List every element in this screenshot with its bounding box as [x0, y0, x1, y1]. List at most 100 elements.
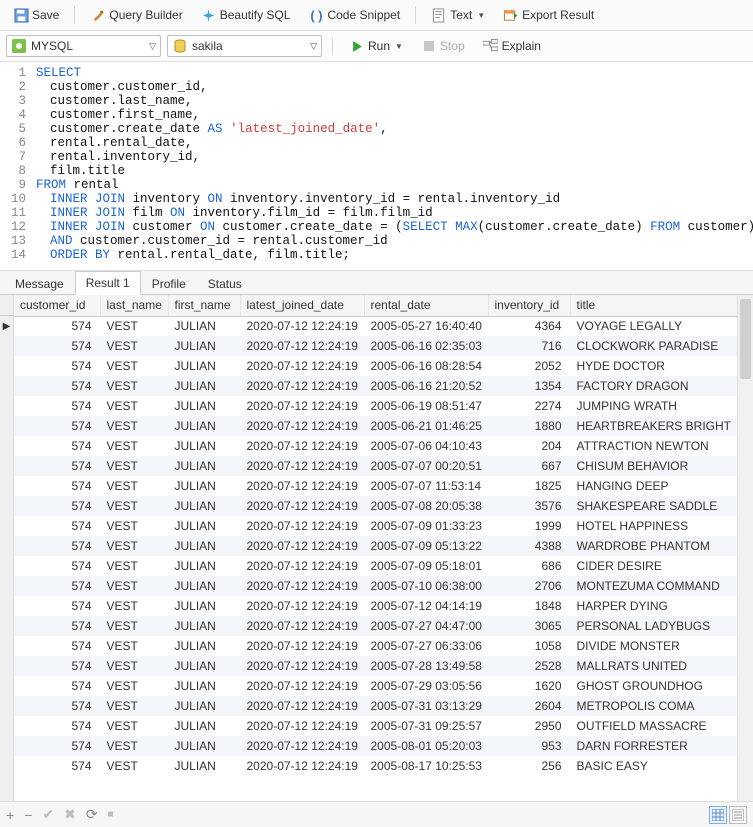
cancel-button[interactable]: ✖	[64, 806, 76, 823]
cell[interactable]: VEST	[100, 516, 168, 536]
cell[interactable]: 2005-06-16 02:35:03	[364, 336, 488, 356]
cell[interactable]: VEST	[100, 716, 168, 736]
cell[interactable]: VEST	[100, 436, 168, 456]
run-button[interactable]: Run ▼	[343, 36, 409, 56]
cell[interactable]: BASIC EASY	[570, 756, 737, 776]
table-row[interactable]: 574VESTJULIAN2020-07-12 12:24:192005-06-…	[14, 376, 737, 396]
cell[interactable]: 716	[488, 336, 570, 356]
table-row[interactable]: 574VESTJULIAN2020-07-12 12:24:192005-07-…	[14, 556, 737, 576]
table-row[interactable]: 574VESTJULIAN2020-07-12 12:24:192005-06-…	[14, 416, 737, 436]
cell[interactable]: 2020-07-12 12:24:19	[240, 656, 364, 676]
table-row[interactable]: 574VESTJULIAN2020-07-12 12:24:192005-07-…	[14, 536, 737, 556]
cell[interactable]: 2950	[488, 716, 570, 736]
cell[interactable]: JULIAN	[168, 416, 240, 436]
cell[interactable]: 2020-07-12 12:24:19	[240, 556, 364, 576]
cell[interactable]: GHOST GROUNDHOG	[570, 676, 737, 696]
table-row[interactable]: 574VESTJULIAN2020-07-12 12:24:192005-05-…	[14, 316, 737, 336]
sql-editor[interactable]: 1234567891011121314 SELECTcustomer.custo…	[0, 62, 753, 271]
cell[interactable]: 574	[14, 456, 100, 476]
cell[interactable]: 574	[14, 616, 100, 636]
cell[interactable]: 2005-07-31 03:13:29	[364, 696, 488, 716]
code-line[interactable]: INNER JOIN customer ON customer.create_d…	[36, 220, 753, 234]
cell[interactable]: 2005-06-16 08:28:54	[364, 356, 488, 376]
col-customer_id[interactable]: customer_id	[14, 295, 100, 316]
cell[interactable]: JULIAN	[168, 536, 240, 556]
cell[interactable]: JUMPING WRATH	[570, 396, 737, 416]
code-area[interactable]: SELECTcustomer.customer_id,customer.last…	[36, 66, 753, 262]
table-row[interactable]: 574VESTJULIAN2020-07-12 12:24:192005-07-…	[14, 656, 737, 676]
cell[interactable]: 2020-07-12 12:24:19	[240, 336, 364, 356]
code-line[interactable]: INNER JOIN inventory ON inventory.invent…	[36, 192, 753, 206]
cell[interactable]: 2020-07-12 12:24:19	[240, 716, 364, 736]
cell[interactable]: ATTRACTION NEWTON	[570, 436, 737, 456]
cell[interactable]: 2005-06-19 08:51:47	[364, 396, 488, 416]
table-row[interactable]: 574VESTJULIAN2020-07-12 12:24:192005-07-…	[14, 696, 737, 716]
col-latest_joined_date[interactable]: latest_joined_date	[240, 295, 364, 316]
cell[interactable]: VEST	[100, 536, 168, 556]
cell[interactable]: 2005-07-31 09:25:57	[364, 716, 488, 736]
cell[interactable]: 204	[488, 436, 570, 456]
cell[interactable]: JULIAN	[168, 336, 240, 356]
apply-button[interactable]: ✔	[42, 806, 54, 823]
query-builder-button[interactable]: Query Builder	[83, 4, 189, 26]
cell[interactable]: JULIAN	[168, 356, 240, 376]
cell[interactable]: JULIAN	[168, 436, 240, 456]
cell[interactable]: HARPER DYING	[570, 596, 737, 616]
cell[interactable]: 2020-07-12 12:24:19	[240, 696, 364, 716]
cell[interactable]: 1880	[488, 416, 570, 436]
cell[interactable]: FACTORY DRAGON	[570, 376, 737, 396]
cell[interactable]: 574	[14, 316, 100, 336]
table-row[interactable]: 574VESTJULIAN2020-07-12 12:24:192005-06-…	[14, 396, 737, 416]
header-row[interactable]: customer_idlast_namefirst_namelatest_joi…	[14, 295, 737, 316]
cell[interactable]: 2020-07-12 12:24:19	[240, 536, 364, 556]
vertical-scrollbar[interactable]	[737, 295, 753, 801]
code-line[interactable]: customer.first_name,	[36, 108, 753, 122]
cell[interactable]: 2020-07-12 12:24:19	[240, 496, 364, 516]
cell[interactable]: 2020-07-12 12:24:19	[240, 436, 364, 456]
cell[interactable]: JULIAN	[168, 556, 240, 576]
cell[interactable]: 2052	[488, 356, 570, 376]
col-rental_date[interactable]: rental_date	[364, 295, 488, 316]
cell[interactable]: 574	[14, 596, 100, 616]
cell[interactable]: 2005-07-07 00:20:51	[364, 456, 488, 476]
cell[interactable]: 4364	[488, 316, 570, 336]
col-inventory_id[interactable]: inventory_id	[488, 295, 570, 316]
cell[interactable]: 686	[488, 556, 570, 576]
cell[interactable]: JULIAN	[168, 716, 240, 736]
tab-profile[interactable]: Profile	[141, 272, 197, 295]
cell[interactable]: VEST	[100, 576, 168, 596]
cell[interactable]: 2528	[488, 656, 570, 676]
cell[interactable]: SHAKESPEARE SADDLE	[570, 496, 737, 516]
code-line[interactable]: customer.last_name,	[36, 94, 753, 108]
cell[interactable]: 574	[14, 396, 100, 416]
cell[interactable]: 574	[14, 556, 100, 576]
cell[interactable]: VEST	[100, 496, 168, 516]
table-row[interactable]: 574VESTJULIAN2020-07-12 12:24:192005-08-…	[14, 756, 737, 776]
cell[interactable]: HANGING DEEP	[570, 476, 737, 496]
table-row[interactable]: 574VESTJULIAN2020-07-12 12:24:192005-07-…	[14, 436, 737, 456]
cell[interactable]: VEST	[100, 376, 168, 396]
cell[interactable]: 2005-06-21 01:46:25	[364, 416, 488, 436]
cell[interactable]: VEST	[100, 696, 168, 716]
cell[interactable]: CLOCKWORK PARADISE	[570, 336, 737, 356]
stop-edit-button[interactable]: ■	[108, 809, 114, 820]
cell[interactable]: WARDROBE PHANTOM	[570, 536, 737, 556]
cell[interactable]: OUTFIELD MASSACRE	[570, 716, 737, 736]
cell[interactable]: 1999	[488, 516, 570, 536]
table-row[interactable]: 574VESTJULIAN2020-07-12 12:24:192005-07-…	[14, 596, 737, 616]
cell[interactable]: 2005-07-08 20:05:38	[364, 496, 488, 516]
table-row[interactable]: 574VESTJULIAN2020-07-12 12:24:192005-07-…	[14, 456, 737, 476]
form-view-button[interactable]	[729, 806, 747, 824]
cell[interactable]: 2020-07-12 12:24:19	[240, 356, 364, 376]
cell[interactable]: VEST	[100, 416, 168, 436]
cell[interactable]: JULIAN	[168, 596, 240, 616]
cell[interactable]: 2706	[488, 576, 570, 596]
cell[interactable]: CIDER DESIRE	[570, 556, 737, 576]
code-line[interactable]: FROM rental	[36, 178, 753, 192]
table-row[interactable]: 574VESTJULIAN2020-07-12 12:24:192005-07-…	[14, 616, 737, 636]
cell[interactable]: 2020-07-12 12:24:19	[240, 636, 364, 656]
cell[interactable]: JULIAN	[168, 736, 240, 756]
tab-result-1[interactable]: Result 1	[75, 271, 141, 295]
cell[interactable]: CHISUM BEHAVIOR	[570, 456, 737, 476]
cell[interactable]: JULIAN	[168, 316, 240, 336]
